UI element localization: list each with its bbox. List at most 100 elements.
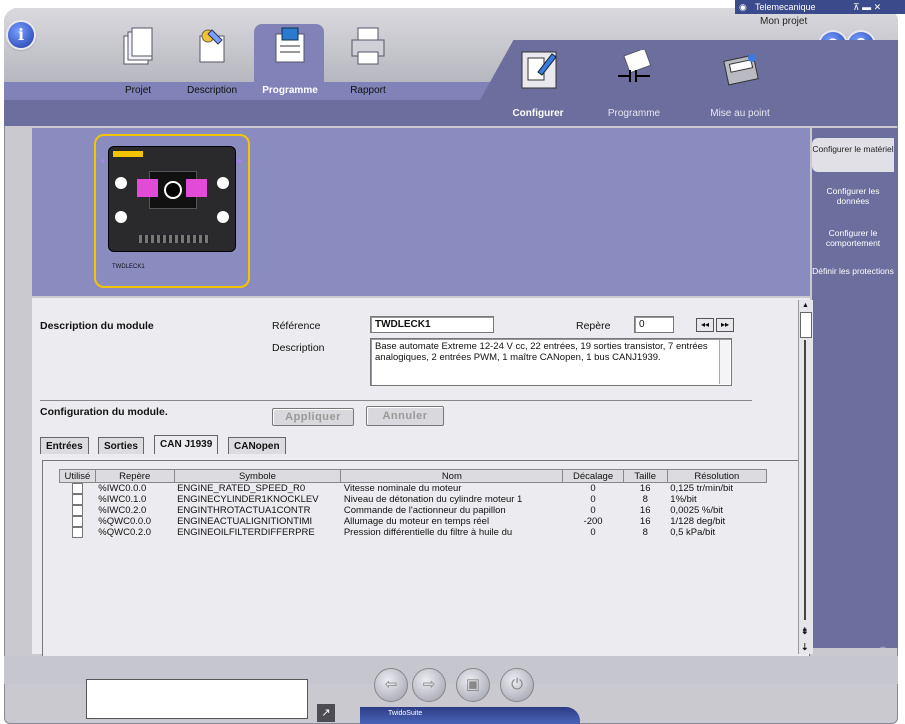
ladder-icon [618, 50, 652, 82]
cell-repere: %IWC0.0.0 [98, 483, 147, 494]
utilise-checkbox[interactable] [71, 494, 83, 506]
repere-label: Repère [576, 320, 611, 332]
status-field [86, 679, 308, 719]
cell-taille: 16 [639, 505, 651, 517]
subtab-mise-au-point[interactable]: Mise au point [700, 50, 780, 120]
cell-resolution: 0,5 kPa/bit [670, 527, 716, 539]
mount-hole [115, 177, 127, 189]
apply-button[interactable]: Appliquer [272, 408, 354, 426]
tab-rapport[interactable]: Rapport [334, 18, 402, 96]
description-field[interactable]: Base automate Extreme 12-24 V cc, 22 ent… [370, 338, 732, 386]
mount-hole [217, 177, 229, 189]
exit-icon[interactable]: ⏻ [500, 668, 534, 702]
mount-hole [115, 211, 127, 223]
folder-stack-icon [123, 27, 153, 65]
table-row[interactable]: %IWC0.1.0 ENGINECYLINDER1KNOCKLEV Niveau… [60, 494, 767, 506]
col-nom[interactable]: Nom [340, 469, 564, 483]
subtab-programme[interactable]: Programme [594, 50, 674, 120]
tab-can-j1939[interactable]: CAN J1939 [154, 435, 219, 454]
cell-resolution: 0,125 tr/min/bit [670, 483, 734, 494]
description-section-title: Description du module [40, 320, 154, 332]
tab-projet[interactable]: Projet [104, 18, 172, 96]
table-row[interactable]: %IWC0.2.0 ENGINTHROTACTUA1CONTR Commande… [60, 505, 767, 517]
scroll-down-icon[interactable]: ⇟ [801, 626, 809, 637]
cell-resolution: 1%/bit [670, 494, 697, 506]
col-taille[interactable]: Taille [622, 469, 668, 483]
repere-field[interactable]: 0 [634, 316, 674, 333]
cancel-button[interactable]: Annuler [366, 406, 444, 426]
cell-symbole: ENGINEOILFILTERDIFFERPRE [177, 527, 315, 539]
scroll-end-icon[interactable]: ⇣ [801, 642, 809, 653]
col-repere[interactable]: Repère [94, 469, 175, 483]
brand-label: Telemecanique [755, 2, 816, 12]
table-header-row: Utilisé Repère Symbole Nom Décalage Tail… [59, 469, 768, 483]
save-icon[interactable]: ▣ [456, 668, 490, 702]
configuration-title: Configuration du module. [40, 406, 168, 418]
cell-decalage: -200 [583, 516, 603, 528]
cell-symbole: ENGINEACTUALIGNITIONTIMI [177, 516, 313, 528]
subtab-configurer[interactable]: Configurer [498, 50, 578, 120]
subtab-label: Programme [607, 108, 661, 119]
tab-programme[interactable]: Programme [256, 18, 324, 96]
window-controls[interactable]: ⊼ ▬ ✕ [853, 1, 881, 13]
cell-taille: 16 [639, 516, 651, 528]
cell-nom: Niveau de détonation du cylindre moteur … [343, 494, 523, 506]
debug-icon [723, 54, 759, 86]
sidenav-configurer-materiel[interactable]: Configurer le matériel [812, 138, 894, 172]
tab-description[interactable]: Description [178, 18, 246, 96]
cell-nom: Allumage du moteur en temps réel [343, 516, 490, 528]
col-symbole[interactable]: Symbole [173, 469, 342, 483]
cell-symbole: ENGINE_RATED_SPEED_R0 [177, 483, 306, 494]
tab-sorties[interactable]: Sorties [98, 437, 144, 454]
col-decalage[interactable]: Décalage [562, 469, 624, 483]
info-icon[interactable]: i [8, 22, 34, 48]
cell-nom: Pression différentielle du filtre à huil… [343, 527, 513, 539]
configure-icon [521, 51, 557, 89]
plc-tag [113, 151, 143, 157]
cell-repere: %QWC0.2.0 [98, 527, 152, 539]
utilise-checkbox[interactable] [71, 505, 83, 517]
back-icon[interactable]: ⇦ [374, 668, 408, 702]
collapse-icon[interactable]: ︽ [878, 638, 888, 653]
utilise-checkbox[interactable] [71, 527, 83, 539]
tab-label: Description [186, 85, 238, 96]
forward-icon[interactable]: ⇨ [412, 668, 446, 702]
utilise-checkbox[interactable] [71, 483, 83, 494]
cell-nom: Vitesse nominale du moteur [343, 483, 462, 494]
table-row[interactable]: %QWC0.2.0 ENGINEOILFILTERDIFFERPRE Press… [60, 527, 767, 539]
subtab-label: Mise au point [710, 108, 770, 119]
expand-icon[interactable]: ↗ [317, 704, 335, 722]
tab-entrees[interactable]: Entrées [40, 437, 89, 454]
table-row[interactable]: %QWC0.0.0 ENGINEACTUALIGNITIONTIMI Allum… [60, 516, 767, 528]
reference-label: Référence [272, 320, 321, 332]
left-arrow-icon: ◂ [100, 156, 105, 165]
side-nav: Configurer le matériel Configurer les do… [812, 128, 898, 653]
cell-decalage: 0 [590, 483, 596, 494]
sidenav-configurer-donnees[interactable]: Configurer les données [812, 186, 894, 206]
project-name: Mon projet [760, 16, 808, 27]
description-icon [199, 29, 225, 63]
col-utilise[interactable]: Utilisé [59, 469, 96, 483]
fast-forward-icon[interactable]: ▸▸ [716, 318, 734, 332]
globe-icon: ◉ [739, 2, 747, 12]
can-j1939-table: Utilisé Repère Symbole Nom Décalage Tail… [59, 469, 768, 539]
cell-decalage: 0 [590, 527, 596, 539]
description-scrollbar[interactable] [719, 340, 730, 384]
col-resolution[interactable]: Résolution [666, 469, 768, 483]
utilise-checkbox[interactable] [71, 516, 83, 528]
tab-label: Rapport [350, 85, 386, 96]
description-label: Description [272, 342, 325, 354]
reference-field[interactable]: TWDLECK1 [370, 316, 494, 333]
scroll-thumb[interactable] [800, 312, 812, 338]
cell-decalage: 0 [590, 505, 596, 517]
cell-nom: Commande de l'actionneur du papillon [343, 505, 506, 517]
tab-canopen[interactable]: CANopen [228, 437, 286, 454]
rewind-icon[interactable]: ◂◂ [696, 318, 714, 332]
scroll-up-icon[interactable]: ▲ [802, 302, 809, 309]
taskbar-label[interactable]: TwidoSuite [388, 710, 422, 717]
title-strip: ◉ Telemecanique ⊼ ▬ ✕ [735, 0, 905, 14]
cell-taille: 8 [642, 494, 648, 506]
table-row[interactable]: %IWC0.0.0 ENGINE_RATED_SPEED_R0 Vitesse … [60, 483, 767, 495]
sidenav-configurer-comportement[interactable]: Configurer le comportement [812, 228, 894, 248]
sidenav-definir-protections[interactable]: Définir les protections [812, 266, 894, 276]
